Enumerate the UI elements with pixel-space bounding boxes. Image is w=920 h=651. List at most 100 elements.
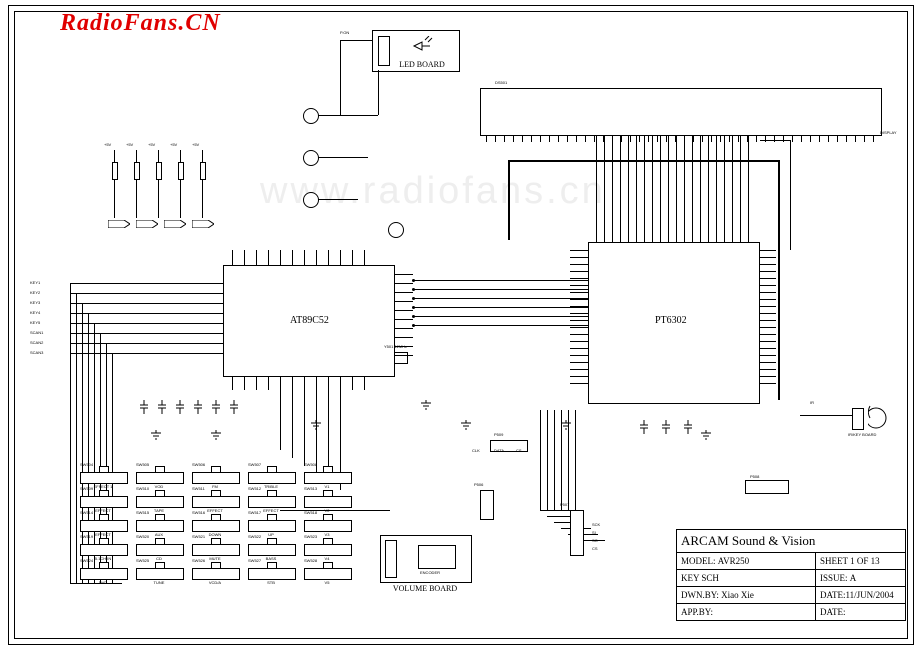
key-ref: SW505 xyxy=(136,462,149,467)
key-ref: SW524 xyxy=(80,558,93,563)
key-ref: SW518 xyxy=(304,510,317,515)
titleblock-app-lbl: APP.BY: xyxy=(681,607,713,617)
key-label: STB xyxy=(248,580,294,585)
titleblock-date-val: 11/JUN/2004 xyxy=(846,590,894,600)
key-body-sw519 xyxy=(80,544,128,556)
net-label: DISPLAY xyxy=(880,130,897,135)
key-body-sw504 xyxy=(80,472,128,484)
display-ref-label: DS501 xyxy=(495,80,507,85)
key-label: VCD/A xyxy=(192,580,238,585)
key-body-sw508 xyxy=(304,472,352,484)
titleblock-drawn: DWN.BY: Xiao Xie xyxy=(676,586,816,604)
net-label: KEY4 xyxy=(30,310,40,315)
key-body-sw522 xyxy=(248,544,296,556)
titleblock-name: KEY SCH xyxy=(676,569,816,587)
decoupling-cap xyxy=(176,400,184,419)
titleblock-sheet: SHEET 1 OF 13 xyxy=(815,552,906,570)
key-ref: SW512 xyxy=(248,486,261,491)
standby-led-icon xyxy=(412,36,452,61)
transistor-q3 xyxy=(303,192,319,208)
key-label: DVD xyxy=(80,580,126,585)
titleblock-issue: ISSUE: A xyxy=(815,569,906,587)
transistor-q2 xyxy=(303,150,319,166)
transistor-q1 xyxy=(303,108,319,124)
titleblock-model-lbl: MODEL: xyxy=(681,556,716,566)
key-body-sw511 xyxy=(192,496,240,508)
net-flag xyxy=(136,215,158,233)
encoder-box xyxy=(418,545,456,569)
key-ref: SW523 xyxy=(304,534,317,539)
net-label: SI xyxy=(592,530,596,535)
key-body-sw505 xyxy=(136,472,184,484)
net-label: IR xyxy=(810,400,814,405)
key-ref: SW522 xyxy=(248,534,261,539)
key-body-sw509 xyxy=(80,496,128,508)
decoupling-cap xyxy=(140,400,148,419)
key-ref: SW508 xyxy=(304,462,317,467)
key-ref: SW507 xyxy=(248,462,261,467)
key-ref: SW516 xyxy=(192,510,205,515)
titleblock-model: MODEL: AVR250 xyxy=(676,552,816,570)
net-label: DATA xyxy=(494,448,504,453)
net-label: SO xyxy=(592,538,598,543)
key-ref: SW525 xyxy=(136,558,149,563)
titleblock-model-val: AVR250 xyxy=(718,556,749,566)
vfd-driver-chip-label: PT6302 xyxy=(655,315,687,326)
key-ref: SW519 xyxy=(80,534,93,539)
vcc-label: +5V xyxy=(104,142,111,147)
key-ref: SW510 xyxy=(136,486,149,491)
key-ref: SW527 xyxy=(248,558,261,563)
crystal-label: Y501 12MHz xyxy=(384,344,407,349)
titleblock-date-lbl: DATE: xyxy=(820,590,846,600)
vcc-label: +5V xyxy=(192,142,199,147)
key-ref: SW517 xyxy=(248,510,261,515)
key-ref: SW521 xyxy=(192,534,205,539)
key-body-sw518 xyxy=(304,520,352,532)
mcu-chip-label: AT89C52 xyxy=(290,315,329,326)
keypad-grid: EFFECT 1SW504VODSW505FMSW506TRIBLESW507V… xyxy=(80,472,360,590)
key-ref: SW506 xyxy=(192,462,205,467)
key-body-sw521 xyxy=(192,544,240,556)
decoupling-cap xyxy=(662,420,670,439)
watermark-text: RadioFans.CN xyxy=(60,10,221,37)
connector-p506 xyxy=(480,490,494,520)
net-label: KEY1 xyxy=(30,280,40,285)
decoupling-cap xyxy=(212,400,220,419)
net-label: P.ON xyxy=(340,30,349,35)
decoupling-cap xyxy=(158,400,166,419)
connector-p508 xyxy=(745,480,789,494)
key-body-sw513 xyxy=(304,496,352,508)
led-board-header xyxy=(378,36,390,66)
key-label: TUNE xyxy=(136,580,182,585)
titleblock-drawn-val: Xiao Xie xyxy=(721,590,754,600)
led-board-label: LED BOARD xyxy=(392,60,452,69)
net-flag xyxy=(164,215,186,233)
titleblock-date2-lbl: DATE: xyxy=(820,607,846,617)
vfd-display-block xyxy=(480,88,882,136)
titleblock-issue-lbl: ISSUE: xyxy=(820,573,848,583)
key-body-sw514 xyxy=(80,520,128,532)
connector-p508-label: P508 xyxy=(750,474,759,479)
key-body-sw507 xyxy=(248,472,296,484)
titleblock-issue-val: A xyxy=(850,573,857,583)
key-body-sw523 xyxy=(304,544,352,556)
net-label: SCAN1 xyxy=(30,330,43,335)
key-body-sw528 xyxy=(304,568,352,580)
key-label: V5 xyxy=(304,580,350,585)
decoupling-cap xyxy=(230,400,238,419)
key-body-sw517 xyxy=(248,520,296,532)
pullup-resistor xyxy=(134,162,140,180)
net-flag xyxy=(108,215,130,233)
volume-board-header xyxy=(385,540,397,578)
net-label: SCK xyxy=(592,522,600,527)
titleblock-date: DATE: 11/JUN/2004 xyxy=(815,586,906,604)
net-label: SCAN3 xyxy=(30,350,43,355)
volume-board-label: VOLUME BOARD xyxy=(380,584,470,593)
pullup-resistor xyxy=(112,162,118,180)
vcc-label: +5V xyxy=(126,142,133,147)
encoder-label: ENCODER xyxy=(420,570,440,575)
title-block: ARCAM Sound & Vision MODEL: AVR250 SHEET… xyxy=(676,529,906,637)
key-body-sw515 xyxy=(136,520,184,532)
net-label: KEY2 xyxy=(30,290,40,295)
key-body-sw516 xyxy=(192,520,240,532)
